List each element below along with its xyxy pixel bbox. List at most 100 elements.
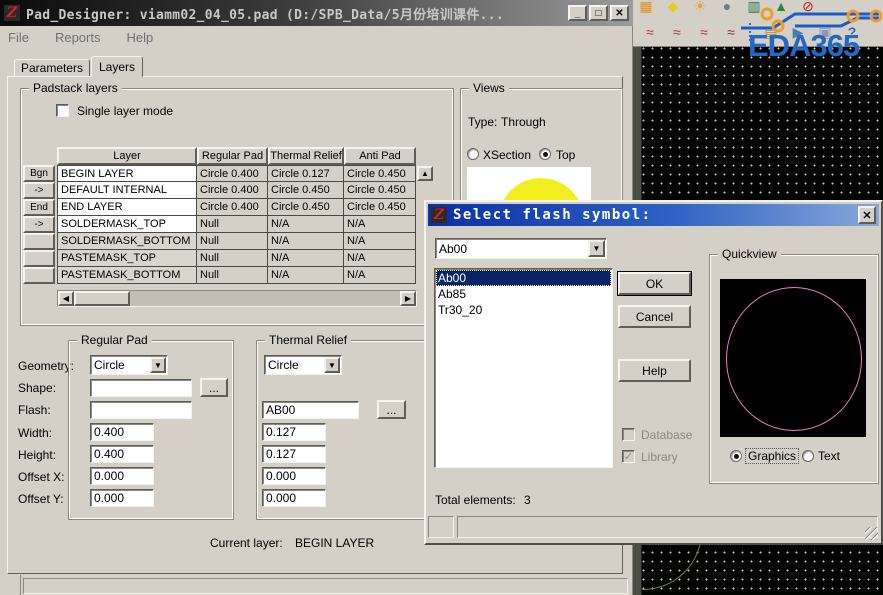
text-radio[interactable]: [802, 450, 814, 462]
xsection-radio[interactable]: [467, 148, 479, 160]
scroll-up-icon[interactable]: ▲: [417, 166, 433, 181]
column-header-layer[interactable]: Layer: [57, 147, 197, 165]
regular-width-field[interactable]: 0.400: [90, 423, 154, 441]
maximize-button[interactable]: □: [589, 5, 608, 21]
single-layer-mode-checkbox[interactable]: [56, 104, 69, 117]
waveform-icon[interactable]: ≈: [668, 23, 686, 41]
table-cell-layer[interactable]: SOLDERMASK_TOP: [57, 216, 197, 233]
menu-reports[interactable]: Reports: [55, 30, 101, 45]
offset-y-label: Offset Y:: [18, 492, 64, 506]
list-item[interactable]: Tr30_20: [436, 302, 611, 318]
thermal-offset-y-field[interactable]: 0.000: [262, 489, 326, 507]
menu-file[interactable]: File: [8, 30, 29, 45]
dropdown-icon[interactable]: ▼: [324, 357, 340, 373]
thermal-height-field[interactable]: 0.127: [262, 445, 326, 463]
dropdown-icon[interactable]: ▼: [150, 357, 166, 373]
thermal-offset-x-field[interactable]: 0.000: [262, 467, 326, 485]
row-tag-button[interactable]: [23, 267, 55, 284]
flash-symbol-combobox[interactable]: Ab00 ▼: [435, 238, 607, 259]
dialog-close-icon[interactable]: ✕: [858, 206, 876, 224]
tab-parameters[interactable]: Parameters: [14, 59, 90, 77]
row-tag-button[interactable]: ->: [23, 216, 55, 233]
column-header-thermal-relief[interactable]: Thermal Relief: [268, 147, 344, 165]
table-cell-regular[interactable]: Null: [197, 267, 268, 284]
table-cell-thermal[interactable]: Circle 0.127: [268, 165, 344, 182]
table-cell-regular[interactable]: Circle 0.400: [197, 199, 268, 216]
graphics-radio[interactable]: [730, 450, 742, 462]
table-cell-regular[interactable]: Null: [197, 216, 268, 233]
database-checkbox[interactable]: [622, 428, 635, 441]
sphere-icon[interactable]: ●: [718, 0, 736, 15]
table-cell-thermal[interactable]: N/A: [268, 250, 344, 267]
hscroll-thumb[interactable]: [74, 291, 130, 306]
shape-browse-button[interactable]: ...: [200, 378, 228, 397]
waveform-icon[interactable]: ≈: [695, 23, 713, 41]
table-cell-anti[interactable]: Circle 0.450: [344, 182, 416, 199]
dialog-titlebar[interactable]: Z Select flash symbol:: [428, 204, 879, 226]
row-tag-button[interactable]: End: [23, 199, 55, 216]
table-cell-layer[interactable]: SOLDERMASK_BOTTOM: [57, 233, 197, 250]
column-header-anti-pad[interactable]: Anti Pad: [344, 147, 416, 165]
top-radio[interactable]: [539, 148, 551, 160]
tab-layers[interactable]: Layers: [91, 56, 143, 77]
table-cell-layer[interactable]: PASTEMASK_BOTTOM: [57, 267, 197, 284]
dropdown-icon[interactable]: ▼: [588, 240, 605, 257]
scroll-right-icon[interactable]: ▶: [400, 291, 416, 306]
type-value: Through: [501, 115, 546, 129]
regular-offset-y-field[interactable]: 0.000: [90, 489, 154, 507]
regular-offset-x-field[interactable]: 0.000: [90, 467, 154, 485]
row-tag-button[interactable]: ->: [23, 182, 55, 199]
regular-flash-field[interactable]: [90, 401, 192, 419]
thermal-width-field[interactable]: 0.127: [262, 423, 326, 441]
table-cell-anti[interactable]: N/A: [344, 216, 416, 233]
dialog-title: Select flash symbol:: [453, 207, 652, 223]
help-button[interactable]: Help: [618, 359, 691, 382]
total-elements-label: Total elements:: [435, 493, 516, 507]
menu-help[interactable]: Help: [126, 30, 153, 45]
table-cell-anti[interactable]: Circle 0.450: [344, 199, 416, 216]
close-button[interactable]: ✕: [610, 5, 629, 21]
table-cell-regular[interactable]: Null: [197, 250, 268, 267]
column-header-regular-pad[interactable]: Regular Pad: [197, 147, 268, 165]
table-cell-thermal[interactable]: N/A: [268, 216, 344, 233]
minimize-button[interactable]: _: [568, 5, 587, 21]
list-item[interactable]: Ab00: [436, 270, 611, 286]
row-tag-button[interactable]: [23, 233, 55, 250]
table-cell-layer[interactable]: DEFAULT INTERNAL: [57, 182, 197, 199]
table-cell-anti[interactable]: Circle 0.450: [344, 165, 416, 182]
table-cell-thermal[interactable]: N/A: [268, 233, 344, 250]
cancel-button[interactable]: Cancel: [618, 305, 691, 328]
table-cell-thermal[interactable]: Circle 0.450: [268, 182, 344, 199]
table-cell-anti[interactable]: N/A: [344, 250, 416, 267]
thermal-flash-field[interactable]: AB00: [262, 401, 359, 419]
main-titlebar[interactable]: Z Pad_Designer: viamm02_04_05.pad (D:/SP…: [0, 0, 633, 26]
table-cell-anti[interactable]: N/A: [344, 233, 416, 250]
regular-shape-field[interactable]: [90, 379, 192, 397]
resize-grip[interactable]: [865, 527, 878, 540]
scroll-left-icon[interactable]: ◀: [58, 291, 74, 306]
regular-height-field[interactable]: 0.400: [90, 445, 154, 463]
table-cell-thermal[interactable]: N/A: [268, 267, 344, 284]
diamond-icon[interactable]: ◆: [664, 0, 682, 15]
table-cell-thermal[interactable]: Circle 0.450: [268, 199, 344, 216]
ok-button[interactable]: OK: [618, 272, 691, 295]
table-cell-regular[interactable]: Circle 0.400: [197, 165, 268, 182]
list-item[interactable]: Ab85: [436, 286, 611, 302]
waveform-icon[interactable]: ≈: [641, 23, 659, 41]
table-cell-layer[interactable]: END LAYER: [57, 199, 197, 216]
row-tag-button[interactable]: [23, 250, 55, 267]
table-hscrollbar[interactable]: ◀ ▶: [57, 290, 417, 307]
table-cell-anti[interactable]: N/A: [344, 267, 416, 284]
table-cell-layer[interactable]: BEGIN LAYER: [57, 165, 197, 182]
flash-symbol-list[interactable]: Ab00 Ab85 Tr30_20: [434, 268, 613, 468]
sun-icon[interactable]: ☀: [691, 0, 709, 15]
table-cell-regular[interactable]: Null: [197, 233, 268, 250]
table-cell-layer[interactable]: PASTEMASK_TOP: [57, 250, 197, 267]
library-checkbox[interactable]: ✓: [622, 450, 635, 463]
ruler-icon[interactable]: ▦: [637, 0, 655, 15]
row-tag-button[interactable]: Bgn: [23, 165, 55, 182]
thermal-flash-browse-button[interactable]: ...: [377, 400, 406, 419]
regular-geometry-combobox[interactable]: Circle ▼: [90, 355, 168, 375]
table-cell-regular[interactable]: Circle 0.400: [197, 182, 268, 199]
thermal-geometry-combobox[interactable]: Circle ▼: [264, 355, 342, 375]
